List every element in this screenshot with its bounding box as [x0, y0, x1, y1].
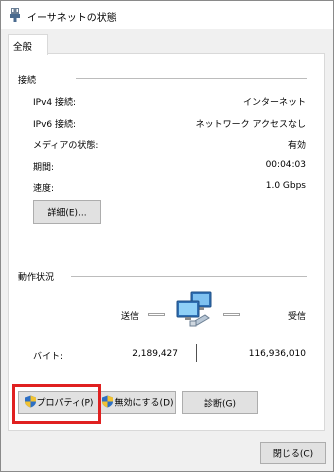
tab-general-label: 全般	[13, 42, 33, 53]
ethernet-plug-icon	[9, 8, 21, 22]
properties-highlight-box	[12, 384, 101, 424]
duration-value: 00:04:03	[265, 160, 306, 170]
bytes-sent-value: 2,189,427	[132, 349, 178, 359]
close-button-label: 閉じる(C)	[272, 449, 314, 460]
uac-shield-icon	[102, 395, 114, 410]
media-state-value: 有効	[287, 141, 306, 151]
media-state-label: メディアの状態:	[33, 141, 99, 151]
network-computers-icon	[173, 290, 215, 330]
window-title: イーサネットの状態	[27, 13, 117, 24]
ipv6-connectivity-label: IPv6 接続:	[33, 120, 77, 130]
duration-label: 期間:	[33, 163, 55, 173]
bytes-received-value: 116,936,010	[248, 349, 306, 359]
ipv4-connectivity-value: インターネット	[242, 98, 306, 108]
disable-button-content: 無効にする(D)	[101, 395, 175, 410]
tab-general[interactable]: 全般	[8, 34, 48, 55]
close-button[interactable]: 閉じる(C)	[260, 442, 326, 464]
sent-label: 送信	[121, 312, 140, 322]
bytes-divider	[196, 344, 197, 362]
received-indicator	[223, 313, 240, 316]
speed-value: 1.0 Gbps	[265, 181, 306, 191]
connection-group-label: 接続	[18, 76, 37, 86]
title-bar[interactable]: イーサネットの状態	[1, 1, 333, 29]
activity-group-label: 動作状況	[18, 273, 55, 283]
sent-indicator	[148, 313, 165, 316]
ipv4-connectivity-label: IPv4 接続:	[33, 98, 77, 108]
tab-panel-general: 接続 IPv4 接続: インターネット IPv6 接続: ネットワーク アクセス…	[8, 53, 325, 431]
received-label: 受信	[287, 312, 306, 322]
bytes-label: バイト:	[33, 352, 64, 362]
connection-group-divider	[76, 78, 307, 79]
ethernet-status-window: イーサネットの状態 全般 接続 IPv4 接続: インターネット IPv6 接続…	[0, 0, 334, 472]
speed-label: 速度:	[33, 184, 55, 194]
ipv6-connectivity-value: ネットワーク アクセスなし	[195, 120, 306, 130]
disable-button-label: 無効にする(D)	[114, 398, 174, 408]
diagnose-button-label: 診断(G)	[204, 399, 236, 409]
diagnose-button[interactable]: 診断(G)	[182, 391, 258, 414]
activity-group-divider	[71, 276, 307, 277]
disable-button[interactable]: 無効にする(D)	[100, 391, 176, 414]
details-button-label: 詳細(E)...	[47, 208, 87, 219]
details-button[interactable]: 詳細(E)...	[33, 200, 101, 224]
